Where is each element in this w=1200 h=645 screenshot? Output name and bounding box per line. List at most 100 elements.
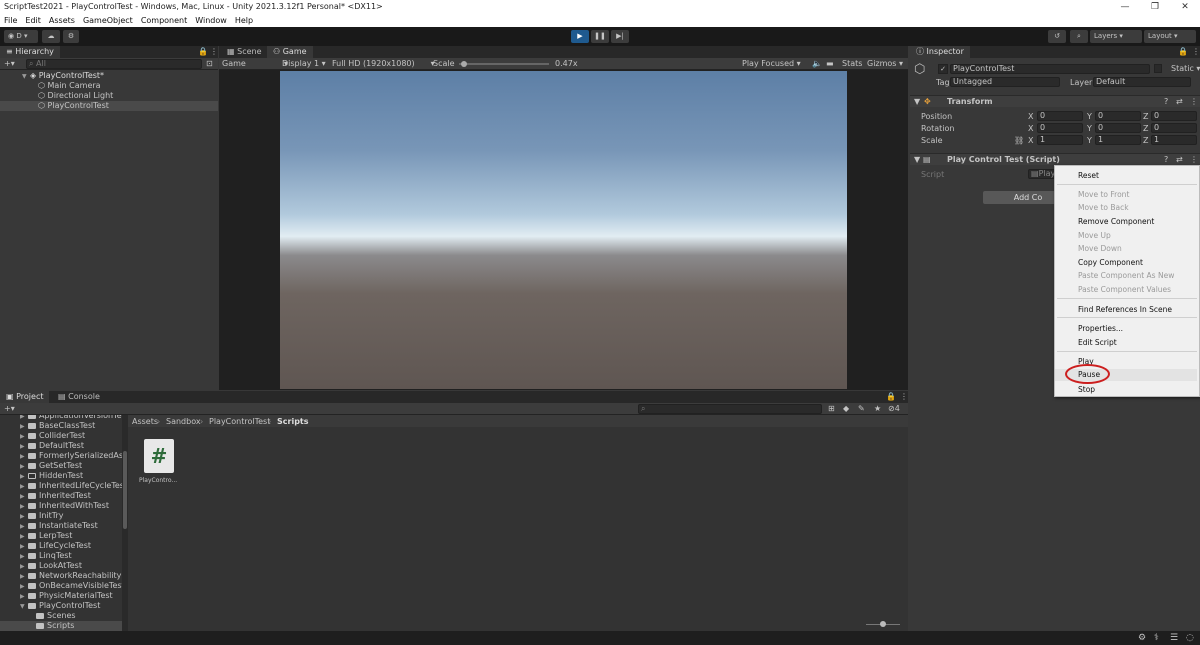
pause-button[interactable]: ❚❚	[591, 30, 609, 43]
menu-gameobject[interactable]: GameObject	[79, 14, 137, 27]
help-icon[interactable]: ?	[1164, 155, 1168, 164]
menu-edit[interactable]: Edit	[21, 14, 45, 27]
account-dropdown[interactable]: ◉ D ▾	[4, 30, 38, 43]
tag-dropdown[interactable]: Untagged	[950, 77, 1060, 87]
collab-icon[interactable]: ⚙	[63, 30, 79, 43]
play-button[interactable]: ▶	[571, 30, 589, 43]
static-checkbox[interactable]	[1154, 64, 1162, 73]
auto-refresh-icon[interactable]: ◌	[1186, 633, 1194, 643]
breadcrumb-item-current[interactable]: Scripts	[277, 417, 309, 426]
project-folder-item[interactable]: Scripts	[0, 621, 122, 631]
project-folder-item[interactable]: ▶ LerpTest	[0, 531, 122, 541]
transform-y-field[interactable]: 0	[1095, 111, 1141, 121]
layer-dropdown[interactable]: Default	[1093, 77, 1191, 87]
menu-file[interactable]: File	[0, 14, 21, 27]
project-folder-item[interactable]: ▶FormerlySerializedAsTe	[0, 451, 122, 461]
history-icon[interactable]: ↺	[1048, 30, 1066, 43]
transform-x-field[interactable]: 1	[1037, 135, 1083, 145]
transform-z-field[interactable]: 0	[1151, 111, 1197, 121]
breadcrumb-item[interactable]: Assets	[132, 417, 158, 426]
game-mode-dropdown[interactable]: Game ▾	[222, 59, 288, 68]
project-folder-item[interactable]: ▶ OnBecameVisibleTest	[0, 581, 122, 591]
vsync-icon[interactable]: ▬	[826, 59, 834, 68]
project-folder-item[interactable]: ▶ DefaultTest	[0, 441, 122, 451]
hierarchy-search-input[interactable]: ⌕ All	[26, 59, 202, 69]
project-folder-item[interactable]: ▶ InitTry	[0, 511, 122, 521]
step-button[interactable]: ▶|	[611, 30, 629, 43]
scene-filter-icon[interactable]: ⊡	[206, 59, 213, 68]
cloud-icon[interactable]: ☁	[42, 30, 60, 43]
game-viewport[interactable]	[280, 71, 847, 389]
hierarchy-item[interactable]: ⬡ Directional Light	[0, 91, 218, 101]
scene-root-row[interactable]: ▼ ◈ PlayControlTest*	[0, 71, 218, 81]
menu-assets[interactable]: Assets	[45, 14, 79, 27]
menu-help[interactable]: Help	[231, 14, 257, 27]
filter-type-icon[interactable]: ⊞	[828, 404, 835, 413]
display-dropdown[interactable]: Display 1 ▾	[282, 59, 326, 68]
transform-y-field[interactable]: 0	[1095, 123, 1141, 133]
layout-dropdown[interactable]: Layout ▾	[1144, 30, 1196, 43]
tree-scrollbar[interactable]	[122, 415, 128, 631]
maximize-icon[interactable]: ❐	[1140, 0, 1170, 14]
context-menu-item-reset[interactable]: Reset	[1078, 171, 1099, 180]
project-search-input[interactable]: ⌕	[638, 404, 822, 414]
menu-component[interactable]: Component	[137, 14, 191, 27]
project-folder-item[interactable]: ▶ InstantiateTest	[0, 521, 122, 531]
project-folder-item[interactable]: ▶ PhysicMaterialTest	[0, 591, 122, 601]
project-folder-item[interactable]: Scenes	[0, 611, 122, 621]
tab-game[interactable]: ⚇ Game	[267, 46, 313, 58]
cache-server-icon[interactable]: ⚙	[1138, 633, 1146, 643]
tab-scene[interactable]: ▦ Scene	[221, 46, 268, 58]
add-icon[interactable]: +▾	[4, 59, 15, 68]
tab-inspector[interactable]: ⓘ Inspector	[910, 46, 970, 58]
project-folder-item[interactable]: ▶ NetworkReachability	[0, 571, 122, 581]
scale-slider-handle[interactable]	[460, 61, 467, 67]
more-icon[interactable]: ⋮	[1186, 46, 1200, 58]
project-folder-item[interactable]: ▶ InheritedWithTest	[0, 501, 122, 511]
filter-label-icon[interactable]: ◆	[843, 404, 849, 413]
tree-scroll-thumb[interactable]	[123, 451, 127, 529]
project-folder-item[interactable]: ▶ InheritedTest	[0, 491, 122, 501]
project-folder-item[interactable]: ▼ PlayControlTest	[0, 601, 122, 611]
icon-size-slider[interactable]	[866, 621, 900, 627]
transform-x-field[interactable]: 0	[1037, 123, 1083, 133]
play-mode-dropdown[interactable]: Play Focused ▾	[742, 59, 801, 68]
project-folder-item[interactable]: ▶ InheritedLifeCycleTest	[0, 481, 122, 491]
foldout-arrow-icon[interactable]: ▼	[914, 155, 920, 164]
more-icon[interactable]: ⋮	[894, 391, 914, 403]
transform-header[interactable]: ▼ ✥ Transform ? ⇄ ⋮	[910, 95, 1200, 107]
project-folder-item[interactable]: ▶ HiddenTest	[0, 471, 122, 481]
constrain-proportions-icon[interactable]: ⛓	[1014, 136, 1024, 145]
transform-y-field[interactable]: 1	[1095, 135, 1141, 145]
minimize-icon[interactable]: —	[1110, 0, 1140, 14]
project-folder-item[interactable]: ▶ ColliderTest	[0, 431, 122, 441]
project-folder-item[interactable]: ▶ GetSetTest	[0, 461, 122, 471]
static-dropdown[interactable]: Static ▾	[1171, 64, 1200, 73]
close-icon[interactable]: ✕	[1170, 0, 1200, 14]
hierarchy-item-selected[interactable]: ⬡ PlayControlTest	[0, 101, 218, 111]
scale-slider-track[interactable]	[459, 61, 549, 67]
active-checkbox[interactable]: ✓	[938, 64, 948, 74]
context-menu-item-properties[interactable]: Properties...	[1078, 324, 1123, 333]
icon-size-slider-handle[interactable]	[880, 621, 886, 627]
transform-z-field[interactable]: 0	[1151, 123, 1197, 133]
help-icon[interactable]: ?	[1164, 97, 1168, 106]
context-menu-item-find-references-in-scene[interactable]: Find References In Scene	[1078, 305, 1172, 314]
context-menu-item-remove-component[interactable]: Remove Component	[1078, 217, 1154, 226]
preset-icon[interactable]: ⇄	[1176, 97, 1183, 106]
search-icon[interactable]: ⌕	[1070, 30, 1088, 43]
filter-log-icon[interactable]: ✎	[858, 404, 865, 413]
tab-project[interactable]: ▣ Project	[0, 391, 50, 403]
component-menu-icon[interactable]: ⋮	[1190, 97, 1198, 106]
script-component-header[interactable]: ▼ ▤ Play Control Test (Script) ? ⇄ ⋮	[910, 153, 1200, 165]
project-folder-item[interactable]: ▶ BaseClassTest	[0, 421, 122, 431]
stats-button[interactable]: Stats	[842, 59, 862, 68]
object-name-field[interactable]: PlayControlTest	[950, 64, 1150, 74]
transform-x-field[interactable]: 0	[1037, 111, 1083, 121]
tab-console[interactable]: ▤ Console	[52, 391, 106, 403]
breadcrumb-item[interactable]: Sandbox	[166, 417, 201, 426]
project-folder-item[interactable]: ▶ LookAtTest	[0, 561, 122, 571]
layers-dropdown[interactable]: Layers ▾	[1090, 30, 1142, 43]
menu-window[interactable]: Window	[191, 14, 231, 27]
context-menu-item-stop[interactable]: Stop	[1078, 385, 1095, 394]
